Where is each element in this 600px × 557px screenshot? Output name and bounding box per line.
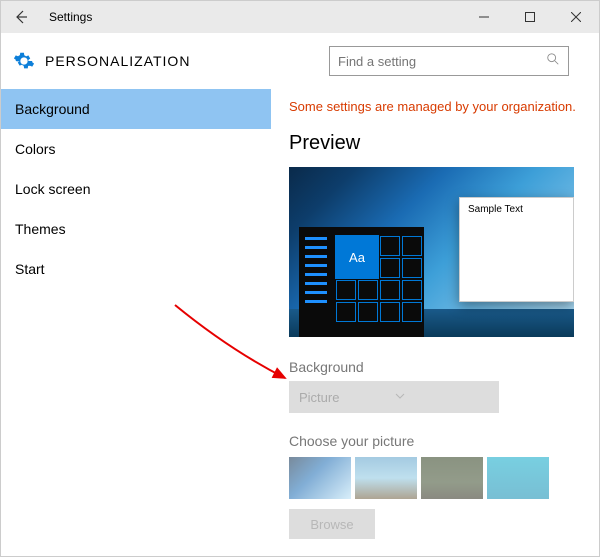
preview-heading: Preview [289,132,589,155]
app-title: Settings [49,10,92,24]
header-row: PERSONALIZATION [1,33,599,89]
picture-thumb[interactable] [421,457,483,499]
picture-thumb[interactable] [355,457,417,499]
preview-sample-window: Sample Text [459,197,574,302]
gear-icon [13,50,35,72]
back-button[interactable] [1,1,41,33]
background-dropdown-value: Picture [299,390,394,405]
settings-window: Settings PERSONALIZATION [0,0,600,557]
sidebar-item-start[interactable]: Start [1,249,271,289]
browse-button-label: Browse [310,517,353,532]
search-box[interactable] [329,46,569,76]
titlebar: Settings [1,1,599,33]
preview-sample-text: Sample Text [460,198,573,221]
sidebar-item-themes[interactable]: Themes [1,209,271,249]
window-controls [461,1,599,33]
desktop-preview: Aa Sample Text [289,167,574,337]
maximize-button[interactable] [507,1,553,33]
picture-thumb[interactable] [289,457,351,499]
browse-button[interactable]: Browse [289,509,375,539]
sidebar-item-background[interactable]: Background [1,89,271,129]
content-area: Background Colors Lock screen Themes Sta… [1,89,599,556]
close-button[interactable] [553,1,599,33]
sidebar-item-label: Background [15,101,90,117]
background-dropdown[interactable]: Picture [289,381,499,413]
picture-thumb[interactable] [487,457,549,499]
sidebar-item-colors[interactable]: Colors [1,129,271,169]
search-input[interactable] [338,54,546,69]
sidebar-item-label: Themes [15,221,66,237]
sidebar-item-lockscreen[interactable]: Lock screen [1,169,271,209]
chevron-down-icon [394,390,489,405]
sidebar-item-label: Lock screen [15,181,90,197]
main-pane: Some settings are managed by your organi… [271,89,599,556]
page-title: PERSONALIZATION [45,53,190,69]
preview-tile-text: Aa [335,235,379,279]
choose-picture-label: Choose your picture [289,433,589,449]
preview-start-menu: Aa [299,227,424,337]
background-label: Background [289,359,589,375]
minimize-button[interactable] [461,1,507,33]
sidebar: Background Colors Lock screen Themes Sta… [1,89,271,556]
sidebar-item-label: Colors [15,141,55,157]
sidebar-item-label: Start [15,261,45,277]
org-managed-message: Some settings are managed by your organi… [289,99,589,114]
picture-thumbs [289,457,589,499]
search-container [329,46,569,76]
search-icon [546,52,560,71]
